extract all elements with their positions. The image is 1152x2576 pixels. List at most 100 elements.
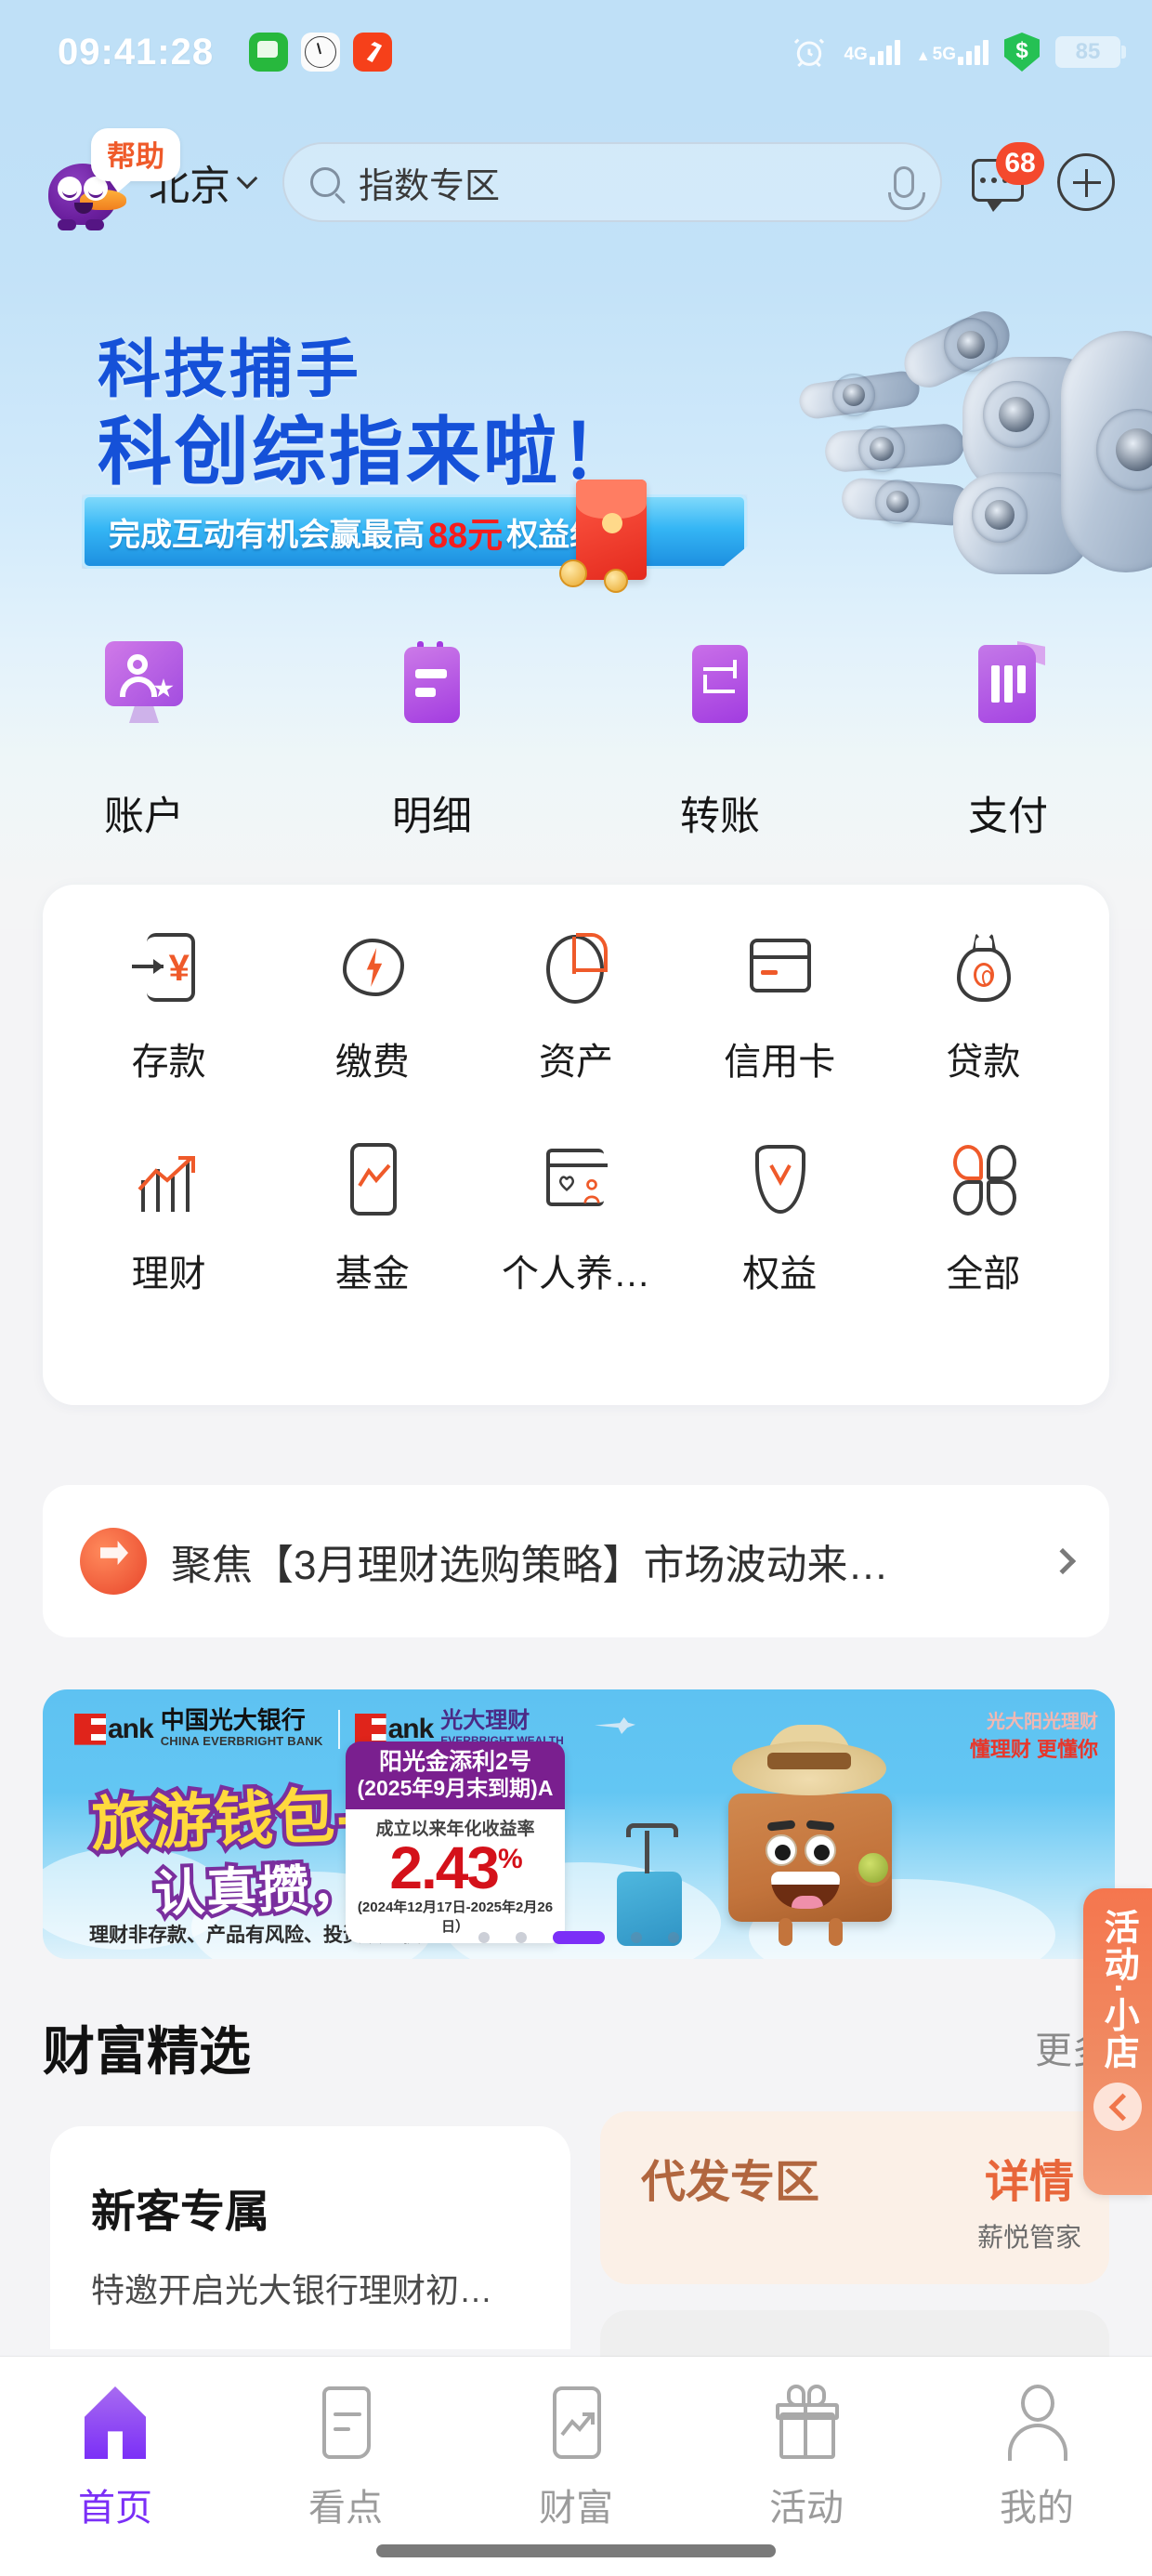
home-indicator[interactable] xyxy=(376,2544,776,2557)
quick-action-label: 账户 xyxy=(104,795,184,839)
service-bill-payment[interactable]: 缴费 xyxy=(270,924,474,1085)
quick-action-statement[interactable]: 明细 xyxy=(288,641,576,864)
help-bubble[interactable]: 帮助 xyxy=(91,128,180,192)
ad-slogan: 光大阳光理财 懂理财 更懂你 xyxy=(970,1706,1098,1763)
focus-news-text: 聚焦【3月理财选购策略】市场波动来… xyxy=(171,1543,889,1588)
logo-wordmark-2: ank xyxy=(387,1713,435,1744)
fund-icon xyxy=(330,1136,415,1221)
carousel-dot-active[interactable] xyxy=(553,1931,605,1944)
hero-banner[interactable]: 科技捕手 科创综指来啦！ 完成互动有机会赢最高 88元 权益红包 xyxy=(0,279,1152,604)
rate-period: (2024年12月17日-2025年2月26日） xyxy=(357,1899,554,1935)
service-label: 缴费 xyxy=(334,1042,410,1083)
nav-tab-home[interactable]: 首页 xyxy=(0,2383,230,2576)
payment-icon xyxy=(969,641,1047,723)
rate-unit: % xyxy=(497,1844,523,1875)
carousel-dot[interactable] xyxy=(668,1932,679,1943)
app-header: 帮助 北京 指数专区 68 xyxy=(0,128,1152,236)
assistant-avatar[interactable]: 帮助 xyxy=(28,128,180,236)
service-label: 存款 xyxy=(131,1042,206,1083)
quick-action-payment[interactable]: 支付 xyxy=(864,641,1152,864)
service-label: 贷款 xyxy=(946,1042,1021,1083)
service-wealth[interactable]: 理财 xyxy=(67,1136,270,1297)
sim1-signal: 4G xyxy=(844,39,900,65)
promotion-carousel-banner[interactable]: ank 中国光大银行 CHINA EVERBRIGHT BANK ank 光大理… xyxy=(43,1689,1115,1959)
product-name-line1: 阳光金添利2号 xyxy=(379,1749,531,1775)
service-all[interactable]: 全部 xyxy=(882,1136,1085,1297)
nav-label: 财富 xyxy=(539,2488,613,2529)
service-loan[interactable]: 贷款 xyxy=(882,924,1085,1085)
nav-label: 我的 xyxy=(1000,2488,1074,2529)
search-placeholder: 指数专区 xyxy=(359,166,501,206)
messages-button[interactable]: 68 xyxy=(970,142,1044,213)
carousel-dots[interactable] xyxy=(43,1931,1115,1944)
message-icon xyxy=(249,33,289,72)
service-benefits[interactable]: 权益 xyxy=(678,1136,882,1297)
news-icon xyxy=(306,2383,386,2463)
message-badge: 68 xyxy=(996,142,1044,185)
wallet-mascot-illustration xyxy=(699,1725,912,1946)
finance-app-icon xyxy=(353,33,393,72)
everbright-mark-icon xyxy=(354,1713,386,1745)
promo-prefix: 完成互动有机会赢最高 xyxy=(109,517,425,553)
focus-megaphone-icon xyxy=(80,1528,147,1595)
microphone-icon[interactable] xyxy=(888,166,925,210)
quick-actions-row: 账户 明细 转账 支付 xyxy=(0,641,1152,864)
status-bar: 09:41:28 4G ▲ 5G $ 85 xyxy=(0,0,1152,104)
chevron-left-icon[interactable] xyxy=(1093,2082,1142,2131)
promo-amount: 88元 xyxy=(428,516,504,556)
service-deposit[interactable]: ¥ 存款 xyxy=(67,924,270,1085)
nav-tab-profile[interactable]: 我的 xyxy=(922,2383,1152,2576)
card-detail-link[interactable]: 详情 xyxy=(977,2145,1081,2210)
service-pension[interactable]: 个人养… xyxy=(474,1136,677,1297)
chevron-right-icon xyxy=(1049,1547,1077,1575)
hero-promo-pill[interactable]: 完成互动有机会赢最高 88元 权益红包 xyxy=(82,494,748,569)
wealth-section-header: 财富精选 更多 xyxy=(43,1996,1109,2098)
focus-news-bar[interactable]: 聚焦【3月理财选购策略】市场波动来… xyxy=(43,1485,1109,1637)
statement-icon xyxy=(393,641,471,723)
account-icon xyxy=(105,641,183,723)
status-bar-app-icons xyxy=(249,33,393,72)
credit-card-icon xyxy=(737,924,822,1009)
quick-action-label: 支付 xyxy=(968,795,1048,839)
service-credit-card[interactable]: 信用卡 xyxy=(678,924,882,1085)
carousel-dot[interactable] xyxy=(516,1932,527,1943)
service-assets[interactable]: 资产 xyxy=(474,924,677,1085)
card-subtitle: 薪悦管家 xyxy=(976,2223,1081,2252)
wealth-card-payroll-zone[interactable]: 代发专区 详情 薪悦管家 xyxy=(600,2111,1109,2284)
money-shield-icon: $ xyxy=(1004,33,1040,72)
alarm-icon xyxy=(794,38,825,68)
everbright-bank-logo: ank 中国光大银行 CHINA EVERBRIGHT BANK xyxy=(74,1707,323,1750)
assets-pie-icon xyxy=(533,924,619,1009)
carousel-dot[interactable] xyxy=(478,1932,490,1943)
wealth-icon xyxy=(536,2383,616,2463)
service-label: 全部 xyxy=(946,1254,1021,1295)
clock-icon xyxy=(301,33,341,72)
plus-icon[interactable] xyxy=(1057,153,1115,211)
activity-shop-fab[interactable]: 活动·小店 xyxy=(1083,1888,1152,2195)
service-label: 信用卡 xyxy=(724,1042,836,1083)
carousel-dot[interactable] xyxy=(631,1932,642,1943)
search-input[interactable]: 指数专区 xyxy=(282,142,942,222)
quick-action-label: 明细 xyxy=(392,795,472,839)
ad-product-card[interactable]: 阳光金添利2号 (2025年9月末到期)A 成立以来年化收益率 2.43% (2… xyxy=(346,1741,565,1943)
service-label: 个人养… xyxy=(502,1254,650,1295)
quick-action-transfer[interactable]: 转账 xyxy=(576,641,864,864)
page-title: 财富精选 xyxy=(43,2021,251,2081)
service-fund[interactable]: 基金 xyxy=(270,1136,474,1297)
bank-name-en: CHINA EVERBRIGHT BANK xyxy=(160,1734,323,1749)
everbright-mark-icon xyxy=(74,1713,106,1745)
bill-payment-icon xyxy=(330,924,415,1009)
coin-icon xyxy=(604,569,628,593)
loan-moneybag-icon xyxy=(940,924,1026,1009)
quick-action-account[interactable]: 账户 xyxy=(0,641,288,864)
wealth-card-new-customer[interactable]: 新客专属 特邀开启光大银行理财初… xyxy=(50,2126,570,2349)
service-label: 权益 xyxy=(742,1254,818,1295)
benefits-icon xyxy=(737,1136,822,1221)
quick-action-label: 转账 xyxy=(680,795,760,839)
service-grid-row-1: ¥ 存款 缴费 资产 信用卡 贷款 xyxy=(67,924,1085,1085)
nav-label: 首页 xyxy=(78,2488,152,2529)
pension-icon xyxy=(533,1136,619,1221)
nav-label: 活动 xyxy=(769,2488,844,2529)
deposit-icon: ¥ xyxy=(126,924,212,1009)
status-bar-clock: 09:41:28 xyxy=(58,31,215,72)
